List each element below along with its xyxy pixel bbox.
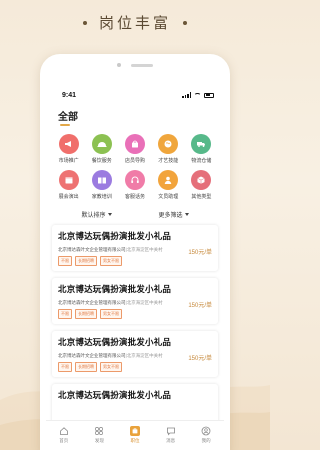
job-tags: 不限 长期招聘 男女不限 bbox=[58, 309, 212, 319]
job-list: 北京博达玩偶扮演批发小礼品 北京博达森叶文企业管理有限公司|北京海淀区中关村 不… bbox=[46, 219, 224, 430]
company-name: 北京博达森叶文企业管理有限公司 bbox=[58, 300, 126, 305]
message-icon bbox=[166, 426, 176, 436]
job-card[interactable]: 北京博达玩偶扮演批发小礼品 北京博达森叶文企业管理有限公司|北京海淀区中关村 不… bbox=[52, 331, 218, 377]
job-title: 北京博达玩偶扮演批发小礼品 bbox=[58, 390, 172, 400]
headset-icon bbox=[124, 170, 145, 190]
person-icon bbox=[158, 170, 179, 190]
category-item[interactable]: 文员助理 bbox=[152, 170, 185, 200]
chevron-down-icon bbox=[107, 213, 112, 216]
job-tag: 长期招聘 bbox=[75, 256, 97, 266]
category-item[interactable]: 展会演出 bbox=[52, 170, 85, 200]
jobs-icon bbox=[129, 426, 140, 436]
speaker-grille bbox=[131, 63, 153, 67]
category-item[interactable]: 餐饮服务 bbox=[85, 134, 118, 164]
job-tag: 不限 bbox=[58, 309, 72, 319]
category-label: 文员助理 bbox=[158, 194, 179, 200]
category-grid: 市场推广 餐饮服务 店员导购 才艺技能 物流仓储 展会演出 家教培训 客服话务 … bbox=[46, 126, 224, 200]
filter-bar: 默认排序 更多筛选 bbox=[58, 210, 212, 219]
job-tag: 不限 bbox=[58, 362, 72, 372]
decor-dot-left bbox=[82, 20, 87, 25]
job-price: 150元/单 bbox=[188, 250, 212, 256]
home-icon bbox=[59, 426, 69, 436]
discover-icon bbox=[94, 426, 104, 436]
category-label: 展会演出 bbox=[58, 194, 79, 200]
more-filters-dropdown[interactable]: 更多筛选 bbox=[158, 210, 189, 219]
category-label: 客服话务 bbox=[124, 194, 145, 200]
camera-icon bbox=[117, 63, 121, 67]
category-item[interactable]: 市场推广 bbox=[52, 134, 85, 164]
food-cover-icon bbox=[91, 134, 112, 154]
job-title: 北京博达玩偶扮演批发小礼品 bbox=[58, 284, 172, 294]
status-bar: 9:41 bbox=[46, 86, 224, 104]
job-tags: 不限 长期招聘 男女不限 bbox=[58, 362, 212, 372]
category-label: 物流仓储 bbox=[191, 158, 212, 164]
wifi-icon bbox=[194, 92, 201, 98]
tab-label: 首页 bbox=[59, 438, 69, 443]
tab-label: 职位 bbox=[130, 438, 140, 443]
category-item[interactable]: 物流仓储 bbox=[185, 134, 218, 164]
tab-label: 我的 bbox=[201, 438, 211, 443]
job-tag: 男女不限 bbox=[100, 362, 122, 372]
category-label: 家教培训 bbox=[91, 194, 112, 200]
truck-icon bbox=[191, 134, 212, 154]
company-address: |北京海淀区中关村 bbox=[125, 300, 163, 305]
promo-title: 岗位丰富 bbox=[98, 14, 171, 32]
company-address: |北京海淀区中关村 bbox=[125, 353, 163, 358]
job-tags: 不限 长期招聘 男女不限 bbox=[58, 256, 212, 266]
more-filters-label: 更多筛选 bbox=[158, 213, 183, 219]
bottom-tab-bar: 首页 发现 职位 消息 我的 bbox=[46, 420, 224, 450]
job-tag: 长期招聘 bbox=[75, 309, 97, 319]
box-icon bbox=[191, 170, 212, 190]
status-time: 9:41 bbox=[62, 91, 77, 99]
job-tag: 长期招聘 bbox=[75, 362, 97, 372]
megaphone-icon bbox=[58, 134, 79, 154]
category-label: 市场推广 bbox=[58, 158, 79, 164]
sort-dropdown[interactable]: 默认排序 bbox=[81, 210, 112, 219]
calendar-icon bbox=[58, 170, 79, 190]
category-label: 其他类型 bbox=[191, 194, 212, 200]
page-title: 全部 bbox=[58, 108, 78, 126]
company-name: 北京博达森叶文企业管理有限公司 bbox=[58, 353, 126, 358]
category-item[interactable]: 客服话务 bbox=[118, 170, 151, 200]
category-item[interactable]: 家教培训 bbox=[85, 170, 118, 200]
job-card[interactable]: 北京博达玩偶扮演批发小礼品 北京博达森叶文企业管理有限公司|北京海淀区中关村 不… bbox=[52, 225, 218, 271]
chevron-down-icon bbox=[184, 213, 189, 216]
category-label: 餐饮服务 bbox=[91, 158, 112, 164]
book-icon bbox=[91, 170, 112, 190]
promo-banner: 岗位丰富 bbox=[0, 12, 270, 33]
phone-frame: 9:41 全部 市场推广 餐饮服务 店员导购 才艺技能 物流仓储 展会演出 家教… bbox=[40, 54, 230, 450]
app-screen: 9:41 全部 市场推广 餐饮服务 店员导购 才艺技能 物流仓储 展会演出 家教… bbox=[46, 86, 224, 450]
profile-icon bbox=[201, 426, 211, 436]
tab-discover[interactable]: 发现 bbox=[84, 426, 114, 444]
category-item[interactable]: 其他类型 bbox=[185, 170, 218, 200]
job-card[interactable]: 北京博达玩偶扮演批发小礼品 北京博达森叶文企业管理有限公司|北京海淀区中关村 不… bbox=[52, 278, 218, 324]
job-tag: 男女不限 bbox=[100, 256, 122, 266]
signal-icon bbox=[182, 92, 191, 98]
category-label: 店员导购 bbox=[124, 158, 145, 164]
tab-label: 发现 bbox=[94, 438, 104, 443]
decor-dot-right bbox=[183, 20, 187, 25]
job-title: 北京博达玩偶扮演批发小礼品 bbox=[58, 337, 172, 347]
tab-label: 消息 bbox=[166, 438, 176, 443]
tab-messages[interactable]: 消息 bbox=[156, 426, 186, 444]
job-title: 北京博达玩偶扮演批发小礼品 bbox=[58, 231, 172, 241]
tab-profile[interactable]: 我的 bbox=[191, 426, 221, 444]
category-item[interactable]: 才艺技能 bbox=[152, 134, 185, 164]
phone-camera-row bbox=[40, 62, 230, 68]
job-tag: 不限 bbox=[58, 256, 72, 266]
tab-jobs[interactable]: 职位 bbox=[120, 426, 150, 444]
category-label: 才艺技能 bbox=[158, 158, 179, 164]
job-tag: 男女不限 bbox=[100, 309, 122, 319]
tab-home[interactable]: 首页 bbox=[49, 426, 79, 444]
palette-icon bbox=[158, 134, 179, 154]
category-item[interactable]: 店员导购 bbox=[118, 134, 151, 164]
sort-label: 默认排序 bbox=[81, 213, 106, 219]
status-icons bbox=[182, 92, 214, 98]
job-price: 150元/单 bbox=[188, 303, 212, 309]
company-name: 北京博达森叶文企业管理有限公司 bbox=[58, 247, 126, 252]
battery-icon bbox=[204, 92, 214, 98]
job-price: 150元/单 bbox=[188, 356, 212, 362]
shopping-bag-icon bbox=[124, 134, 145, 154]
company-address: |北京海淀区中关村 bbox=[125, 247, 163, 252]
